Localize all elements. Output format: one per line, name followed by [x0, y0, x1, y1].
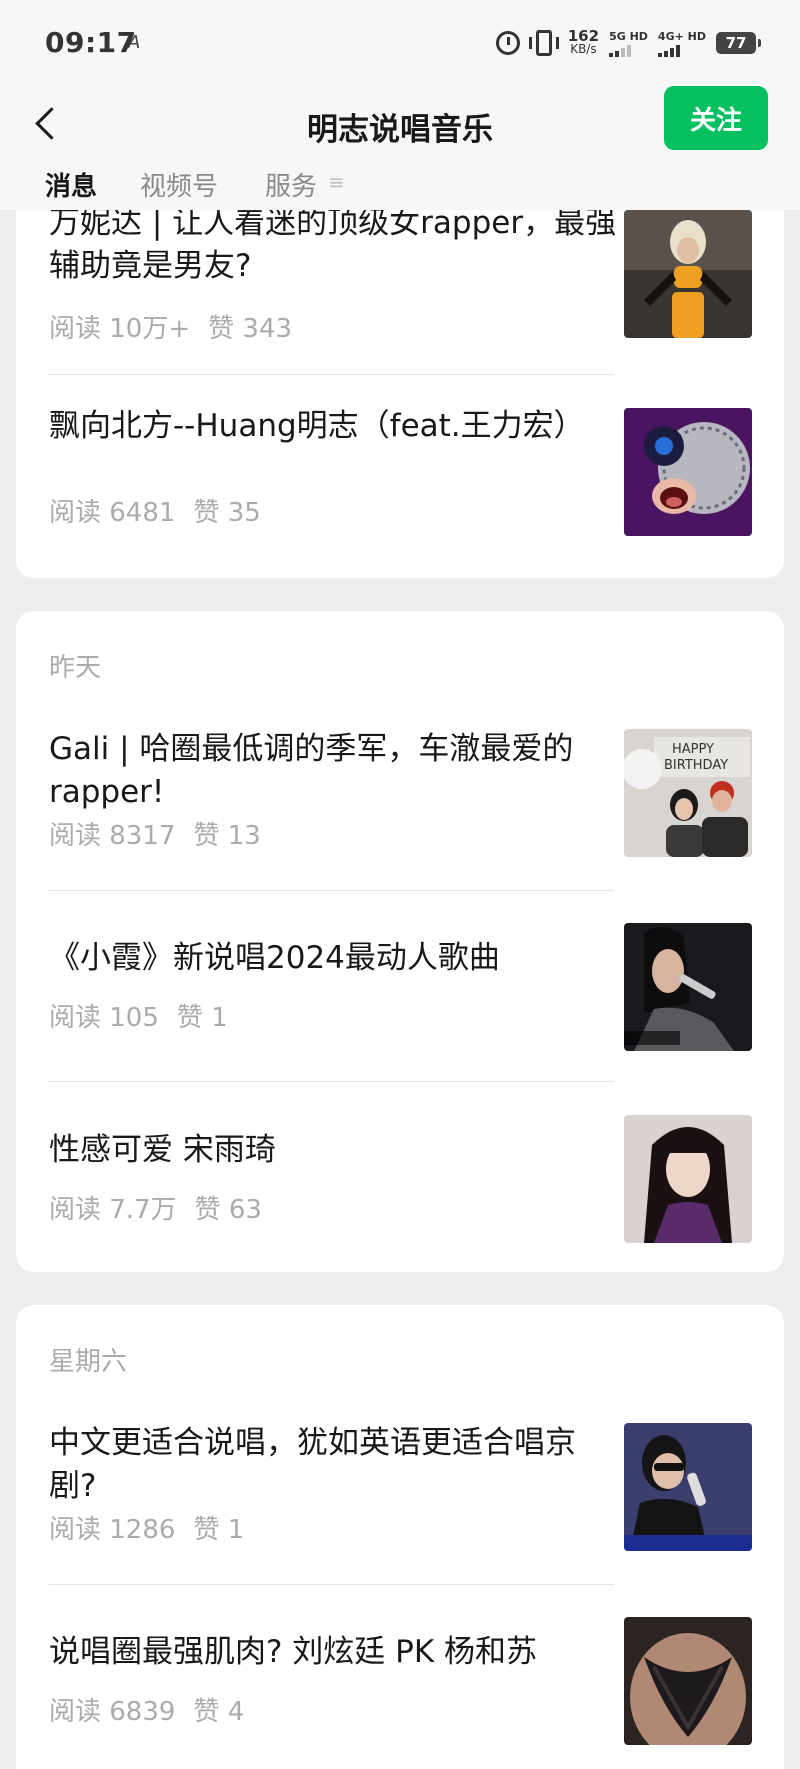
vibrate-icon [528, 30, 559, 56]
article-thumbnail [624, 1115, 752, 1243]
sim1-label: 5G HD [609, 29, 648, 43]
article-title: 中文更适合说唱，犹如英语更适合唱京剧? [49, 1425, 576, 1504]
tab-channels[interactable]: 视频号 [140, 166, 218, 203]
article-likes: 赞 343 [208, 314, 293, 344]
article-reads: 阅读 105 [49, 1003, 159, 1033]
article-likes: 赞 35 [193, 498, 261, 528]
portrait-photo-image [624, 1115, 752, 1243]
back-tattoo-image [624, 1617, 752, 1745]
article-meta: 阅读 1286 赞 1 [49, 1509, 244, 1546]
article-likes: 赞 4 [193, 1697, 245, 1727]
article-thumbnail [624, 923, 752, 1051]
services-menu-icon[interactable]: ≡ [328, 170, 345, 194]
network-speed: 162 KB/s [568, 29, 599, 56]
status-right-group: 162 KB/s 5G HD 4G+ HD 77 [495, 26, 761, 60]
article-meta: 阅读 6481 赞 35 [49, 492, 261, 529]
article-item[interactable]: 说唱圈最强肌肉? 刘炫廷 PK 杨和苏 阅读 6839 赞 4 [16, 1585, 784, 1769]
article-title: 性感可爱 宋雨琦 [49, 1132, 276, 1168]
album-art-image [624, 408, 752, 536]
article-reads: 阅读 6839 [49, 1697, 176, 1727]
article-thumbnail [624, 1617, 752, 1745]
article-reads: 阅读 8317 [49, 821, 176, 851]
official-account-page: 09:17 A 162 KB/s 5G HD 4G+ HD 77 明志说唱音乐 … [0, 0, 800, 1769]
alarm-icon [495, 31, 520, 55]
article-item[interactable]: 性感可爱 宋雨琦 阅读 7.7万赞 63 [16, 1083, 784, 1272]
article-item[interactable]: 中文更适合说唱，犹如英语更适合唱京剧? 阅读 1286 赞 1 [16, 1385, 784, 1585]
divider [49, 1081, 614, 1082]
article-reads: 阅读 1286 [49, 1515, 176, 1545]
article-title: 《小霞》新说唱2024最动人歌曲 [49, 940, 500, 976]
svg-text:HAPPY: HAPPY [672, 742, 714, 757]
article-likes: 赞 1 [176, 1003, 228, 1033]
article-likes: 赞 63 [194, 1195, 262, 1225]
article-reads: 阅读 6481 [49, 498, 176, 528]
status-bar: 09:17 A 162 KB/s 5G HD 4G+ HD 77 [0, 0, 800, 86]
article-title: 说唱圈最强肌肉? 刘炫廷 PK 杨和苏 [49, 1634, 538, 1670]
message-group-card: 昨天 Gali | 哈圈最低调的季军，车澈最爱的rapper! 阅读 8317 赞… [16, 611, 784, 1272]
tab-bar: 消息 视频号 服务 ≡ [0, 162, 800, 215]
singer-photo-image [624, 923, 752, 1051]
sim1-signal: 5G HD [609, 30, 648, 57]
svg-text:BIRTHDAY: BIRTHDAY [664, 758, 728, 773]
article-meta: 阅读 8317 赞 13 [49, 815, 261, 852]
article-thumbnail [624, 408, 752, 536]
article-thumbnail [624, 210, 752, 338]
article-title: Gali | 哈圈最低调的季军，车澈最爱的rapper! [49, 731, 574, 810]
battery-icon: 77 [716, 32, 761, 54]
signal-bars-icon [657, 44, 680, 57]
sim2-label: 4G+ HD [657, 29, 706, 43]
article-thumbnail: HAPPY BIRTHDAY [624, 729, 752, 857]
article-reads: 阅读 10万+ [49, 314, 191, 344]
article-meta: 阅读 105 赞 1 [49, 997, 228, 1034]
message-group-card: 星期六 中文更适合说唱，犹如英语更适合唱京剧? 阅读 1286 赞 1 说唱圈最… [16, 1305, 784, 1769]
rapper-mic-image [624, 1423, 752, 1551]
status-time: 09:17 [45, 26, 137, 59]
wanida-photo-image [624, 210, 752, 338]
header-bar: 明志说唱音乐 关注 [0, 86, 800, 162]
article-title: 万妮达 | 让人着迷的顶级女rapper，最强辅助竟是男友? [49, 210, 617, 284]
group-date-label: 星期六 [49, 1347, 128, 1377]
follow-button[interactable]: 关注 [664, 86, 768, 150]
message-group-card: 万妮达 | 让人着迷的顶级女rapper，最强辅助竟是男友? 阅读 10万+ 赞 … [16, 210, 784, 578]
article-thumbnail [624, 1423, 752, 1551]
article-meta: 阅读 7.7万赞 63 [49, 1189, 262, 1226]
article-likes: 赞 1 [193, 1515, 245, 1545]
network-speed-unit: KB/s [570, 42, 597, 56]
sim2-signal: 4G+ HD [657, 29, 706, 57]
birthday-photo-image: HAPPY BIRTHDAY [624, 729, 752, 857]
article-title: 飘向北方--Huang明志（feat.王力宏） [49, 408, 585, 444]
article-likes: 赞 13 [193, 821, 261, 851]
article-item[interactable]: 《小霞》新说唱2024最动人歌曲 阅读 105 赞 1 [16, 891, 784, 1083]
tab-services[interactable]: 服务 [265, 166, 317, 203]
tab-messages[interactable]: 消息 [38, 166, 104, 215]
article-reads: 阅读 7.7万 [49, 1195, 177, 1225]
article-meta: 阅读 10万+ 赞 343 [49, 308, 292, 345]
article-item[interactable]: 飘向北方--Huang明志（feat.王力宏） 阅读 6481 赞 35 [16, 375, 784, 575]
status-a-icon: A [128, 32, 141, 53]
signal-bars-icon [609, 44, 632, 57]
group-date-label: 昨天 [49, 653, 102, 683]
article-item[interactable]: 万妮达 | 让人着迷的顶级女rapper，最强辅助竟是男友? 阅读 10万+ 赞 … [16, 210, 784, 385]
article-meta: 阅读 6839 赞 4 [49, 1691, 244, 1728]
article-item[interactable]: Gali | 哈圈最低调的季军，车澈最爱的rapper! 阅读 8317 赞 13… [16, 691, 784, 891]
